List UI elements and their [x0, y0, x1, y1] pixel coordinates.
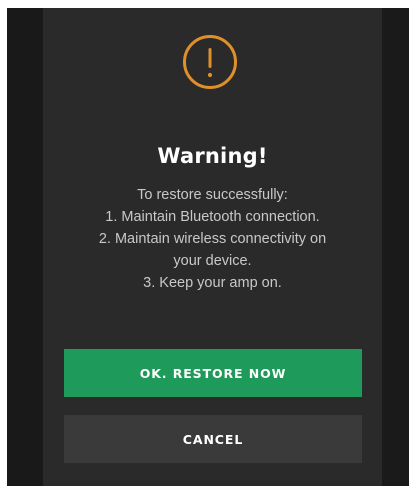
message-line: To restore successfully: [137, 187, 288, 203]
background-panel-right [382, 8, 409, 486]
cancel-button[interactable]: CANCEL [64, 415, 362, 463]
app-screen: Warning! To restore successfully: 1. Mai… [7, 8, 409, 486]
warning-exclamation-icon [183, 35, 237, 89]
message-line: 2. Maintain wireless connectivity on [98, 231, 327, 247]
dialog-message: To restore successfully: 1. Maintain Blu… [43, 184, 382, 294]
background-panel-left [7, 8, 43, 486]
restore-now-button[interactable]: OK. RESTORE NOW [64, 349, 362, 397]
message-line: 1. Maintain Bluetooth connection. [105, 209, 320, 225]
message-line: 3. Keep your amp on. [143, 275, 282, 291]
cancel-button-label: CANCEL [182, 431, 244, 447]
warning-dialog: Warning! To restore successfully: 1. Mai… [43, 8, 382, 486]
message-line: your device. [173, 253, 252, 269]
restore-now-button-label: OK. RESTORE NOW [139, 365, 287, 381]
dialog-title: Warning! [157, 144, 268, 168]
